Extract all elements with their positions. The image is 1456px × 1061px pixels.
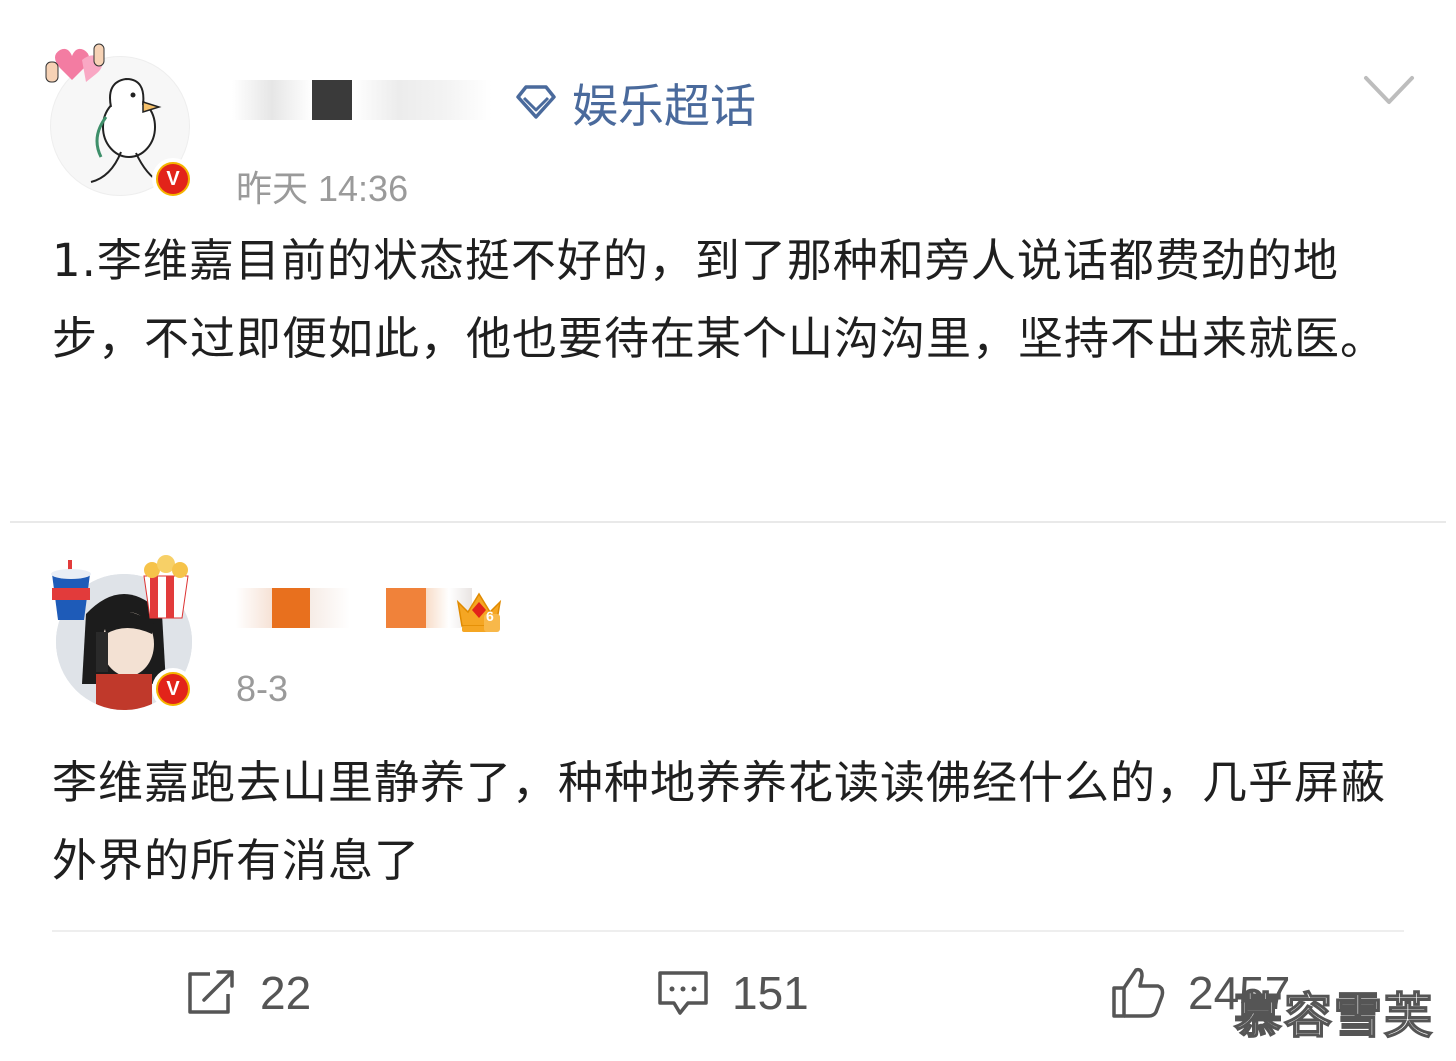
supertopic-link[interactable]: 娱乐超话 [512,70,756,136]
post-card-1: V 娱乐超话 昨天 14:36 1.李维嘉目前的状态挺不好的，到了那种和旁人说话… [0,0,1456,520]
username-redacted[interactable] [232,70,492,130]
avatar[interactable]: V [51,555,194,710]
divider [10,521,1446,523]
heart-hands-sticker-icon [45,43,105,83]
diamond-icon [516,85,556,119]
post-body: 李维嘉跑去山里静养了，种种地养养花读读佛经什么的，几乎屏蔽外界的所有消息了 [52,756,1387,887]
supertopic-label: 娱乐超话 [572,79,756,133]
chevron-down-icon[interactable] [1362,70,1416,110]
post-body: 1.李维嘉目前的状态挺不好的，到了那种和旁人说话都费劲的地步，不过即便如此，他也… [52,234,1387,365]
verified-badge-icon: V [152,158,194,200]
username-redacted[interactable] [236,578,472,638]
repost-button[interactable]: 22 [184,966,311,1020]
divider [52,930,1404,932]
post-time: 8-3 [236,668,289,709]
repost-count: 22 [260,967,312,1019]
soda-cup-icon [51,560,91,620]
comment-icon [658,971,708,1015]
comment-button[interactable]: 151 [656,966,809,1020]
member-level: 6 [486,608,494,624]
avatar[interactable]: V [45,43,194,200]
post-time: 昨天 14:36 [236,168,409,209]
comment-count: 151 [732,967,809,1019]
member-crown-icon[interactable] [454,588,504,634]
watermark: 慕容雪芙 [1233,987,1434,1045]
repost-icon [188,970,234,1014]
thumbs-up-icon [1112,967,1165,1018]
popcorn-icon [143,555,189,619]
verified-badge-icon: V [152,668,194,710]
